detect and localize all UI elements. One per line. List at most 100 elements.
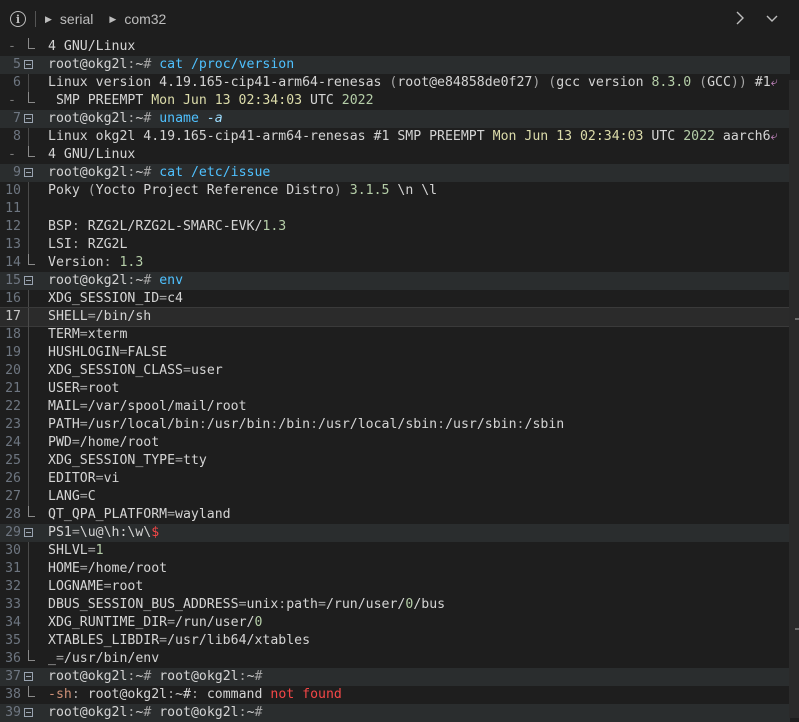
fold-guide-end <box>28 254 35 265</box>
token: /bin <box>278 417 311 432</box>
editor-line[interactable]: 18 TERM=xterm <box>0 326 790 344</box>
editor-line[interactable]: - SMP PREEMPT Mon Jun 13 02:34:03 UTC 20… <box>0 92 790 110</box>
fold-toggle-icon[interactable] <box>24 708 33 717</box>
token: DBUS_SESSION_BUS_ADDRESS <box>48 597 239 612</box>
editor-line[interactable]: 13 LSI: RZG2L <box>0 236 790 254</box>
editor-line[interactable]: 30 SHLVL=1 <box>0 542 790 560</box>
editor-line[interactable]: 22 MAIL=/var/spool/mail/root <box>0 398 790 416</box>
token: Version <box>48 255 104 270</box>
token: user <box>190 363 223 378</box>
fold-guide-end <box>28 92 35 103</box>
vertical-scrollbar[interactable] <box>789 80 799 718</box>
fold-guide <box>28 488 29 506</box>
editor-line[interactable]: 39 root@okg2l:~# root@okg2l:~# <box>0 704 790 722</box>
editor-line[interactable]: 12 BSP: RZG2L/RZG2L-SMARC-EVK/1.3 <box>0 218 790 236</box>
editor-line[interactable]: 35 XTABLES_LIBDIR=/usr/lib64/xtables <box>0 632 790 650</box>
fold-toggle-icon[interactable] <box>24 114 33 123</box>
token: = <box>159 633 168 648</box>
editor-line[interactable]: 36 _=/usr/bin/env <box>0 650 790 668</box>
editor-line[interactable]: 26 EDITOR=vi <box>0 470 790 488</box>
editor-line[interactable]: 25 XDG_SESSION_TYPE=tty <box>0 452 790 470</box>
editor-line[interactable]: 23 PATH=/usr/local/bin:/usr/bin:/bin:/usr… <box>0 416 790 434</box>
line-number: 16 <box>5 291 21 306</box>
line-number: 18 <box>5 327 21 342</box>
line-wrap-icon: ⤶ <box>770 129 778 144</box>
token: \u@\h:\w\ <box>79 525 152 540</box>
editor-line[interactable]: 24 PWD=/home/root <box>0 434 790 452</box>
fold-guide <box>28 632 29 650</box>
line-text: PS1=\u@\h:\w\$ <box>48 524 159 542</box>
editor-line[interactable]: 28 QT_QPA_PLATFORM=wayland <box>0 506 790 524</box>
token: # <box>143 669 160 684</box>
editor-line[interactable]: 10 Poky (Yocto Project Reference Distro) … <box>0 182 790 200</box>
token: tty <box>183 453 207 468</box>
fold-guide-end <box>28 686 35 697</box>
editor-line[interactable]: 21 USER=root <box>0 380 790 398</box>
token: c4 <box>167 291 183 306</box>
line-number: 36 <box>5 651 21 666</box>
fold-toggle-icon[interactable] <box>24 528 33 537</box>
editor-line[interactable]: - 4 GNU/Linux <box>0 38 790 56</box>
editor-line[interactable]: 6 Linux version 4.19.165-cip41-arm64-rene… <box>0 74 790 92</box>
token: root@okg2l <box>48 669 128 684</box>
breadcrumb-com32[interactable]: com32 <box>124 11 166 27</box>
editor-line[interactable]: 14 Version: 1.3 <box>0 254 790 272</box>
token: uname <box>159 111 207 126</box>
line-number: 27 <box>5 489 21 504</box>
fold-guide <box>28 326 29 344</box>
line-text: root@okg2l:~# root@okg2l:~# <box>48 668 262 686</box>
editor-line[interactable]: 17 SHELL=/bin/sh <box>0 307 791 327</box>
editor-line[interactable]: 29 PS1=\u@\h:\w\$ <box>0 524 790 542</box>
fold-toggle-icon[interactable] <box>24 276 33 285</box>
line-text: EDITOR=vi <box>48 470 119 488</box>
line-number: 34 <box>5 615 21 630</box>
editor-line[interactable]: 38 -sh: root@okg2l:~#: command not found <box>0 686 790 704</box>
chevron-down-icon[interactable] <box>765 12 779 26</box>
fold-toggle-icon[interactable] <box>24 672 33 681</box>
editor-line[interactable]: 15 root@okg2l:~# env <box>0 272 790 290</box>
line-text: PATH=/usr/local/bin:/usr/bin:/bin:/usr/l… <box>48 416 564 434</box>
line-text: -sh: root@okg2l:~#: command not found <box>48 686 342 704</box>
editor-line[interactable]: 34 XDG_RUNTIME_DIR=/run/user/0 <box>0 614 790 632</box>
editor-line[interactable]: 27 LANG=C <box>0 488 790 506</box>
editor-line[interactable]: 16 XDG_SESSION_ID=c4 <box>0 290 790 308</box>
token: #1 <box>746 75 771 90</box>
token: = <box>182 363 191 378</box>
editor-line[interactable]: 5 root@okg2l:~# cat /proc/version <box>0 56 790 74</box>
token: 8.3.0 <box>651 75 692 90</box>
token: FALSE <box>127 345 168 360</box>
editor-line[interactable]: 9 root@okg2l:~# cat /etc/issue <box>0 164 790 182</box>
editor-line[interactable]: 20 XDG_SESSION_CLASS=user <box>0 362 790 380</box>
terminal-log-editor[interactable]: -4 GNU/Linux 5 root@okg2l:~# cat /proc/ver… <box>0 38 799 722</box>
fold-guide <box>28 128 29 146</box>
editor-line[interactable]: 8 Linux okg2l 4.19.165-cip41-arm64-renesa… <box>0 128 790 146</box>
line-number: 24 <box>5 435 21 450</box>
editor-line[interactable]: 33 DBUS_SESSION_BUS_ADDRESS=unix:path=/ru… <box>0 596 790 614</box>
line-number: 39 <box>5 705 21 720</box>
editor-line[interactable]: 32 LOGNAME=root <box>0 578 790 596</box>
token: # <box>143 57 160 72</box>
editor-line[interactable]: 19 HUSHLOGIN=FALSE <box>0 344 790 362</box>
token: /usr/local/sbin <box>318 417 438 432</box>
info-icon[interactable]: i <box>10 11 26 27</box>
line-number: 11 <box>5 201 21 216</box>
editor-line[interactable]: 31 HOME=/home/root <box>0 560 790 578</box>
editor-line[interactable]: 7 root@okg2l:~# uname -a <box>0 110 790 128</box>
chevron-right-icon[interactable] <box>733 10 747 26</box>
token: 2022 <box>683 129 715 144</box>
token: EDITOR <box>48 471 96 486</box>
fold-guide <box>28 596 29 614</box>
fold-toggle-icon[interactable] <box>24 60 33 69</box>
fold-toggle-icon[interactable] <box>24 168 33 177</box>
line-number: 7 <box>13 111 21 126</box>
token: # <box>143 111 160 126</box>
token: ~ <box>246 669 255 684</box>
chevron-right-icon: ▶ <box>109 13 117 24</box>
fold-guide <box>28 182 29 200</box>
editor-line[interactable]: - 4 GNU/Linux <box>0 146 790 164</box>
editor-line[interactable]: 37 root@okg2l:~# root@okg2l:~# <box>0 668 790 686</box>
line-wrap-icon: ⤶ <box>770 75 779 90</box>
breadcrumb-serial[interactable]: serial <box>60 11 93 27</box>
editor-line[interactable]: 11 <box>0 200 790 218</box>
token: UTC <box>643 129 684 144</box>
